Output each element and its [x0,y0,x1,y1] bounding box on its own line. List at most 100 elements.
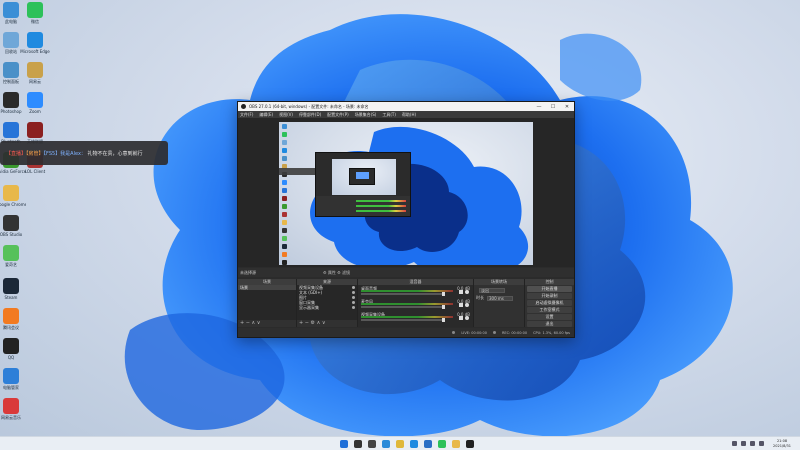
taskbar-clock[interactable]: 21:08 2021/8/31 [768,439,796,448]
desktop-icon[interactable]: 腾讯会议 [0,308,26,330]
preview-app-icon [282,228,287,233]
obs-window[interactable]: OBS 27.0.1 (64-bit, windows) - 配置文件: 未命名… [237,101,575,338]
desktop-icon[interactable]: 微信 [20,2,50,24]
obs-docks: 场景 场景 + − ∧ ∨ 来源 视频采集设备 文本 (GDI+) 图片 窗口采… [238,279,574,327]
close-button[interactable]: ✕ [560,104,574,110]
preview-app-icon [282,148,287,153]
settings-button[interactable]: 设置 [527,314,572,320]
duration-input[interactable]: 300 ms [487,295,513,301]
volume-slider[interactable] [361,292,445,296]
minimize-button[interactable]: — [532,104,546,110]
desktop-icon-label: 微信 [31,19,39,24]
preview-app-icon [282,204,287,209]
app-icon [3,245,19,261]
eye-icon[interactable] [352,296,355,299]
volume-slider[interactable] [361,305,445,309]
exit-button[interactable]: 退出 [527,321,572,327]
start-icon[interactable] [340,440,348,448]
volume-icon[interactable] [750,441,755,446]
speaker-icon[interactable] [459,303,463,307]
chevron-up-icon[interactable] [732,441,737,446]
scene-item[interactable]: 场景 [238,285,296,290]
search-icon[interactable] [354,440,362,448]
desktop-icon[interactable]: Zoom [20,92,50,114]
store-icon[interactable] [424,440,432,448]
eye-icon[interactable] [352,286,355,289]
menu-edit[interactable]: 编辑(E) [259,112,273,118]
app-icon [3,368,19,384]
start-recording-button[interactable]: 开始录制 [527,293,572,299]
rec-time: REC: 00:00:00 [501,330,528,335]
eye-icon[interactable] [352,291,355,294]
task-view-icon[interactable] [368,440,376,448]
app-icon [27,32,43,48]
preview-app-icon [282,196,287,201]
scenes-panel: 场景 场景 + − ∧ ∨ [238,279,296,327]
source-item[interactable]: 显示器采集 [297,305,357,310]
app-icon [27,62,43,78]
menu-help[interactable]: 帮助(H) [402,112,416,118]
obs-icon[interactable] [466,440,474,448]
transitions-panel: 场景转场 淡出 时长 300 ms [474,279,524,327]
studio-mode-button[interactable]: 工作室模式 [527,307,572,313]
app-icon [3,2,19,18]
desktop-icon[interactable]: Steam [0,278,26,300]
desktop-icon[interactable]: 网易云 [20,62,50,84]
transition-type-select[interactable]: 淡出 [479,287,505,293]
taskbar-pinned-apps [340,440,474,448]
nested-meter [356,205,406,207]
volume-slider[interactable] [361,318,445,322]
menu-scene-collection[interactable]: 场景集合(S) [355,112,377,118]
menu-docks[interactable]: 停靠部件(D) [299,112,321,118]
scenes-footer-controls[interactable]: + − ∧ ∨ [238,320,296,327]
nested-deep-obs [349,168,375,185]
start-streaming-button[interactable]: 开始直播 [527,286,572,292]
menu-profile[interactable]: 配置文件(P) [327,112,349,118]
wechat-icon[interactable] [438,440,446,448]
explorer-icon[interactable] [396,440,404,448]
preview-desktop-icons [279,122,289,265]
desktop-icon[interactable]: 网易云音乐 [0,398,26,420]
menu-view[interactable]: 视图(V) [279,112,293,118]
preview-app-icon [282,236,287,241]
controls-panel: 控制 开始直播 开始录制 启动虚拟摄像机 工作室模式 设置 退出 [525,279,574,327]
gear-icon[interactable] [465,290,469,294]
obs-menubar: 文件(F) 编辑(E) 视图(V) 停靠部件(D) 配置文件(P) 场景集合(S… [238,111,574,118]
desktop-icon-label: OBS Studio [0,232,23,237]
preview-app-icon [282,140,287,145]
source-properties-filters[interactable]: ⚙ 属性 ⚙ 滤镜 [323,270,350,276]
nested-mixer [316,196,410,216]
eye-icon[interactable] [352,306,355,309]
start-virtual-camera-button[interactable]: 启动虚拟摄像机 [527,300,572,306]
preview-canvas[interactable] [279,122,533,265]
desktop-icon[interactable]: Google Chrome [0,185,26,207]
network-icon[interactable] [741,441,746,446]
desktop-icon[interactable]: QQ [0,338,26,360]
eye-icon[interactable] [352,301,355,304]
desktop-icon[interactable]: OBS Studio [0,215,26,237]
desktop-icon-label: Steam [4,295,18,300]
menu-tools[interactable]: 工具(T) [382,112,396,118]
edge-icon[interactable] [410,440,418,448]
speaker-icon[interactable] [459,316,463,320]
desktop-icon[interactable]: 电脑管家 [0,368,26,390]
gear-icon[interactable] [465,316,469,320]
desktop-icon[interactable]: Microsoft Edge [20,32,50,54]
obs-titlebar[interactable]: OBS 27.0.1 (64-bit, windows) - 配置文件: 未命名… [238,102,574,111]
gear-icon[interactable] [465,303,469,307]
desktop-icon-label: 腾讯会议 [3,325,19,330]
desktop-icon[interactable]: 爱奇艺 [0,245,26,267]
battery-icon[interactable] [759,441,764,446]
chrome-icon[interactable] [452,440,460,448]
menu-file[interactable]: 文件(F) [240,112,253,118]
level-meter [361,303,453,305]
widgets-icon[interactable] [382,440,390,448]
maximize-button[interactable]: ☐ [546,104,560,110]
level-meter [361,290,453,292]
mixer-tracks: 桌面音频 0.0 dB 麦克风 0.0 dB 视频采集设备 0.0 dB [358,285,473,327]
nested-preview [332,159,396,195]
desktop-icon-label: Google Chrome [0,202,26,207]
speaker-icon[interactable] [459,290,463,294]
sources-footer-controls[interactable]: + − ⚙ ∧ ∨ [297,320,357,327]
app-icon [3,398,19,414]
